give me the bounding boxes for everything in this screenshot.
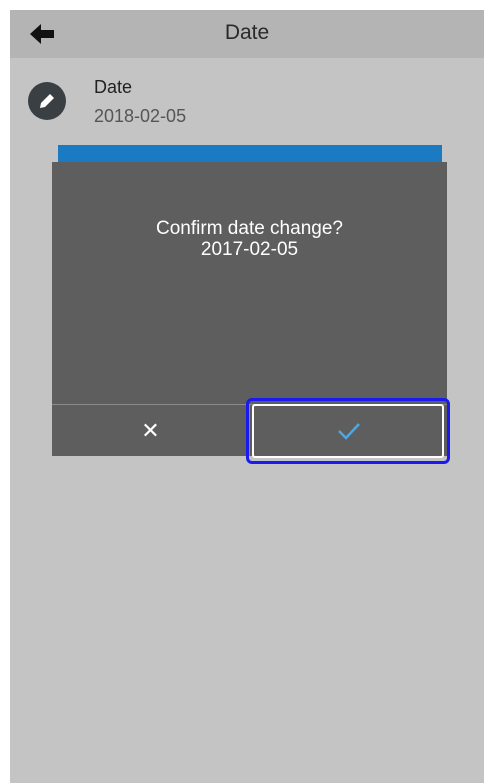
setting-value: 2018-02-05 [94, 106, 187, 126]
cancel-button[interactable]: ✕ [52, 405, 250, 456]
setting-label: Date [94, 77, 133, 97]
dialog-message-line2: 2017-02-05 [200, 239, 299, 260]
confirm-button[interactable] [250, 405, 447, 456]
app-bar: Date [10, 10, 484, 58]
date-picker-header [58, 145, 442, 163]
checkmark-icon [337, 422, 360, 440]
dialog-message-line1: Confirm date change? [156, 218, 343, 239]
date-setting-row[interactable]: Date 2018-02-05 [10, 70, 484, 140]
close-icon: ✕ [141, 417, 160, 443]
edit-pencil-icon [28, 82, 66, 120]
confirm-dialog: Confirm date change? 2017-02-05 ✕ [52, 162, 447, 456]
page-title: Date [224, 21, 270, 44]
phone-screen: Date Date 2018-02-05 Confirm date change… [10, 10, 484, 783]
dialog-message: Confirm date change? 2017-02-05 [52, 218, 447, 260]
